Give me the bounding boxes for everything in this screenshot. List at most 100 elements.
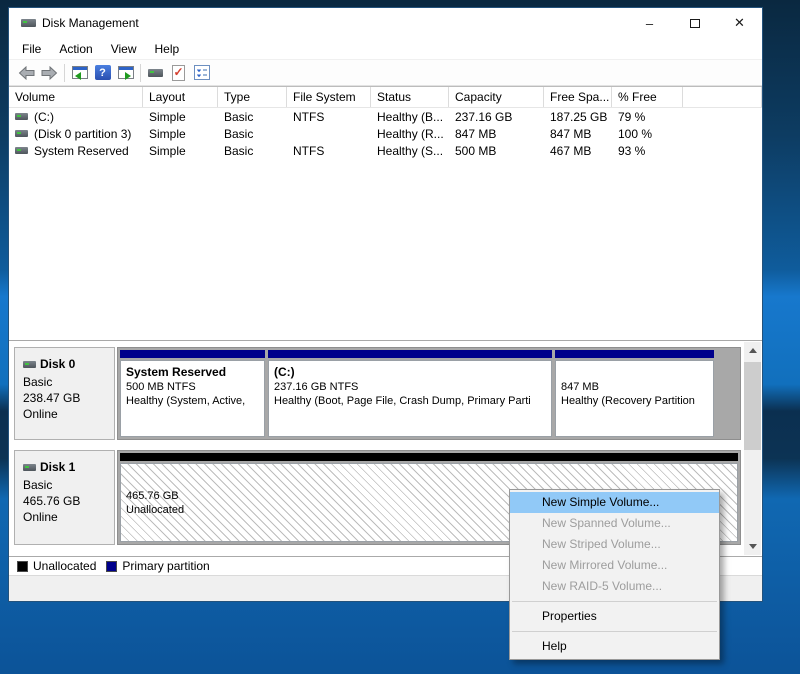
unallocated-swatch bbox=[17, 560, 28, 572]
cell-percent-free: 79 % bbox=[618, 109, 646, 124]
disk-management-app-icon bbox=[21, 19, 36, 27]
disk1-label-panel[interactable]: Disk 1 Basic 465.76 GB Online bbox=[14, 450, 115, 545]
volume-name: (Disk 0 partition 3) bbox=[34, 126, 132, 141]
vertical-scrollbar[interactable] bbox=[744, 342, 761, 555]
close-icon: ✕ bbox=[734, 15, 745, 30]
legend-primary-partition-label: Primary partition bbox=[122, 559, 210, 573]
disk1-name: Disk 1 bbox=[40, 460, 76, 474]
cell-free-space: 847 MB bbox=[550, 126, 592, 141]
disk0-size: 238.47 GB bbox=[23, 391, 81, 405]
partition-title: (C:) bbox=[274, 365, 295, 379]
column-header-layout[interactable]: Layout bbox=[143, 87, 218, 107]
menu-file[interactable]: File bbox=[13, 40, 50, 58]
toolbar: ? ✓ bbox=[9, 60, 762, 86]
primary-partition-band bbox=[555, 350, 714, 358]
volume-row-system-reserved[interactable]: System Reserved Simple Basic NTFS Health… bbox=[9, 142, 762, 159]
menu-action[interactable]: Action bbox=[50, 40, 101, 58]
partition-c[interactable]: (C:) 237.16 GB NTFS Healthy (Boot, Page … bbox=[268, 350, 552, 437]
partition-title bbox=[561, 365, 708, 380]
menu-item-help[interactable]: Help bbox=[510, 636, 719, 657]
cell-capacity: 847 MB bbox=[455, 126, 497, 141]
cell-file-system: NTFS bbox=[293, 143, 325, 158]
menu-item-new-striped-volume: New Striped Volume... bbox=[542, 537, 661, 551]
cell-layout: Simple bbox=[149, 126, 186, 141]
forward-arrow-icon bbox=[41, 65, 58, 80]
cell-status: Healthy (S... bbox=[377, 143, 444, 158]
cell-file-system: NTFS bbox=[293, 109, 325, 124]
help-button[interactable]: ? bbox=[91, 62, 114, 84]
cell-capacity: 500 MB bbox=[455, 143, 497, 158]
column-header-volume[interactable]: Volume bbox=[9, 87, 143, 107]
disk-icon bbox=[23, 360, 36, 368]
column-header-file-system[interactable]: File System bbox=[287, 87, 371, 107]
menu-item-properties[interactable]: Properties bbox=[510, 606, 719, 627]
volume-icon bbox=[15, 113, 28, 120]
legend-unallocated-label: Unallocated bbox=[33, 559, 97, 573]
cell-status: Healthy (B... bbox=[377, 109, 444, 124]
volume-icon bbox=[15, 130, 28, 137]
disk1-status: Online bbox=[23, 510, 58, 524]
column-header-free-space[interactable]: Free Spa... bbox=[544, 87, 612, 107]
volume-icon bbox=[15, 147, 28, 154]
column-header-status[interactable]: Status bbox=[371, 87, 449, 107]
toolbar-separator bbox=[140, 63, 141, 82]
check-document-icon: ✓ bbox=[172, 64, 185, 81]
primary-partition-swatch bbox=[106, 560, 118, 572]
disk0-label-panel[interactable]: Disk 0 Basic 238.47 GB Online bbox=[14, 347, 115, 440]
help-icon: ? bbox=[94, 65, 111, 80]
menu-help[interactable]: Help bbox=[146, 40, 189, 58]
window-title: Disk Management bbox=[42, 16, 139, 30]
properties-list-button[interactable] bbox=[190, 62, 213, 84]
maximize-button[interactable] bbox=[672, 8, 717, 38]
volume-list: Volume Layout Type File System Status Ca… bbox=[9, 86, 762, 341]
refresh-disks-button[interactable] bbox=[144, 62, 167, 84]
disk0-type: Basic bbox=[23, 375, 53, 389]
scroll-up-button[interactable] bbox=[744, 342, 761, 359]
show-action-pane-button[interactable] bbox=[114, 62, 137, 84]
menu-item-new-simple-volume[interactable]: New Simple Volume... bbox=[510, 492, 719, 513]
disk-icon bbox=[23, 463, 36, 471]
back-button[interactable] bbox=[15, 62, 38, 84]
menu-bar: File Action View Help bbox=[9, 38, 762, 60]
forward-button[interactable] bbox=[38, 62, 61, 84]
disk0-partition-strip: System Reserved 500 MB NTFS Healthy (Sys… bbox=[117, 347, 741, 440]
menu-separator bbox=[512, 601, 717, 602]
menu-item-new-spanned-volume: New Spanned Volume... bbox=[542, 516, 671, 530]
disk1-type: Basic bbox=[23, 478, 53, 492]
scrollbar-thumb[interactable] bbox=[744, 362, 761, 450]
menu-item-new-mirrored-volume: New Mirrored Volume... bbox=[542, 558, 668, 572]
column-header-blank bbox=[683, 87, 762, 107]
partition-recovery[interactable]: 847 MB Healthy (Recovery Partition bbox=[555, 350, 714, 437]
column-header-percent-free[interactable]: % Free bbox=[612, 87, 683, 107]
show-console-tree-button[interactable] bbox=[68, 62, 91, 84]
menu-view[interactable]: View bbox=[102, 40, 146, 58]
check-disk-button[interactable]: ✓ bbox=[167, 62, 190, 84]
disk-icon bbox=[148, 68, 163, 77]
partition-size: 237.16 GB NTFS bbox=[274, 381, 359, 393]
partition-title: System Reserved bbox=[126, 365, 227, 379]
action-pane-icon bbox=[117, 66, 134, 80]
minimize-button[interactable]: – bbox=[627, 8, 672, 38]
column-header-capacity[interactable]: Capacity bbox=[449, 87, 544, 107]
disk1-size: 465.76 GB bbox=[23, 494, 81, 508]
cell-type: Basic bbox=[224, 126, 254, 141]
unallocated-band bbox=[120, 453, 738, 461]
volume-row-c[interactable]: (C:) Simple Basic NTFS Healthy (B... 237… bbox=[9, 108, 762, 125]
maximize-icon bbox=[689, 18, 700, 28]
title-bar: Disk Management – ✕ bbox=[9, 8, 762, 38]
volume-name: (C:) bbox=[34, 109, 54, 124]
context-menu: New Simple Volume... New Spanned Volume.… bbox=[509, 489, 720, 660]
partition-system-reserved[interactable]: System Reserved 500 MB NTFS Healthy (Sys… bbox=[120, 350, 265, 437]
cell-capacity: 237.16 GB bbox=[455, 109, 513, 124]
partition-status: Healthy (Boot, Page File, Crash Dump, Pr… bbox=[274, 395, 531, 407]
cell-type: Basic bbox=[224, 143, 254, 158]
column-header-type[interactable]: Type bbox=[218, 87, 287, 107]
partition-status: Healthy (System, Active, bbox=[126, 395, 246, 407]
scroll-down-button[interactable] bbox=[744, 538, 761, 555]
console-tree-icon bbox=[71, 66, 88, 80]
volume-row-disk0-partition3[interactable]: (Disk 0 partition 3) Simple Basic Health… bbox=[9, 125, 762, 142]
disk0-status: Online bbox=[23, 407, 58, 421]
cell-percent-free: 93 % bbox=[618, 143, 646, 158]
close-button[interactable]: ✕ bbox=[717, 8, 762, 38]
menu-item-new-raid5-volume: New RAID-5 Volume... bbox=[542, 579, 663, 593]
